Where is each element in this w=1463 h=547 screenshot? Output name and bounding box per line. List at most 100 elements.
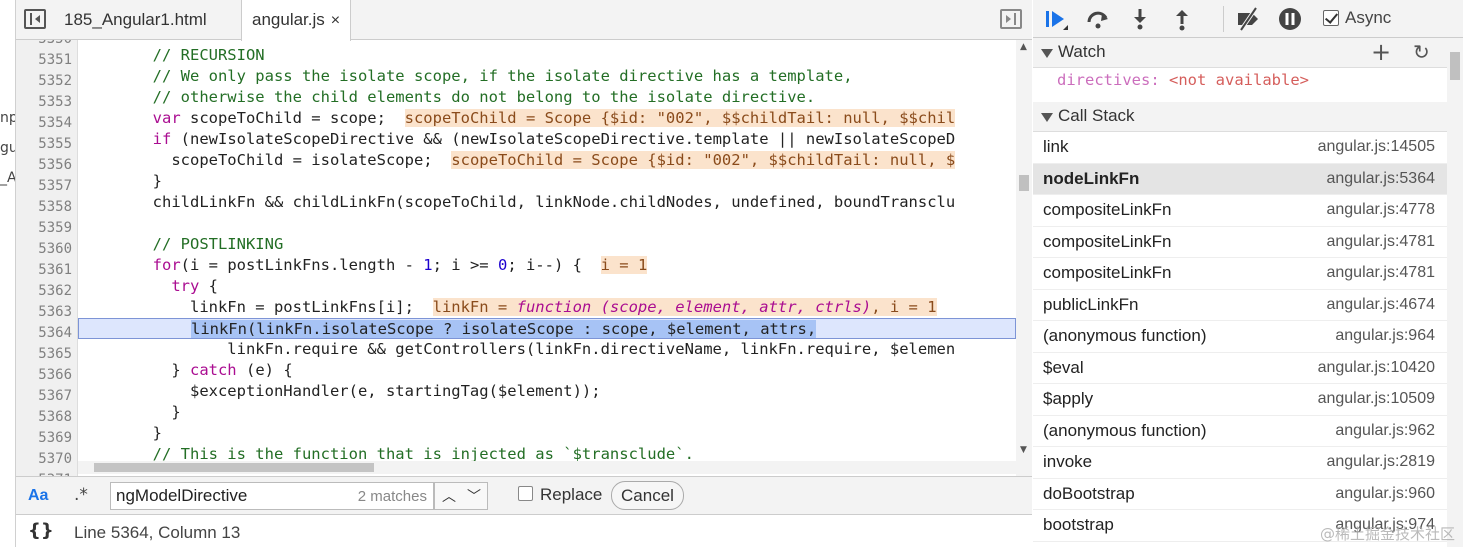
line-number[interactable]: 5369 — [16, 428, 72, 449]
code-line: } — [78, 172, 162, 190]
line-number[interactable]: 5355 — [16, 134, 72, 155]
frame-location[interactable]: angular.js:960 — [1335, 485, 1435, 503]
cancel-button[interactable]: Cancel — [611, 481, 684, 510]
inline-value-part: linkFn = — [432, 298, 517, 316]
watch-title: Watch — [1058, 42, 1106, 61]
frame-location[interactable]: angular.js:5364 — [1326, 170, 1435, 188]
tab-185-angular1-html[interactable]: 185_Angular1.html — [54, 0, 217, 40]
line-number[interactable]: 5353 — [16, 92, 72, 113]
keyword: var — [78, 109, 181, 127]
close-icon[interactable]: × — [331, 12, 340, 29]
call-frame[interactable]: compositeLinkFn angular.js:4778 — [1033, 195, 1447, 227]
step-over-icon[interactable] — [1085, 6, 1111, 32]
line-number[interactable]: 5359 — [16, 218, 72, 239]
async-checkbox[interactable] — [1323, 10, 1339, 26]
watch-key: directives: — [1057, 71, 1160, 89]
line-number[interactable]: 5370 — [16, 449, 72, 470]
line-number[interactable]: 5356 — [16, 155, 72, 176]
frame-location[interactable]: angular.js:4781 — [1326, 233, 1435, 251]
code-area[interactable]: 5350 5351 5352 5353 5354 5355 5356 5357 … — [16, 40, 1016, 476]
line-number[interactable]: 5367 — [16, 386, 72, 407]
resume-icon[interactable] — [1043, 6, 1069, 32]
callstack-section-header[interactable]: Call Stack — [1033, 102, 1447, 132]
line-gutter: 5350 5351 5352 5353 5354 5355 5356 5357 … — [16, 40, 78, 476]
refresh-icon[interactable]: ↻ — [1413, 40, 1430, 64]
call-frame-selected[interactable]: nodeLinkFn angular.js:5364 — [1033, 163, 1447, 195]
frame-location[interactable]: angular.js:962 — [1335, 422, 1435, 440]
pause-exceptions-icon[interactable] — [1277, 6, 1303, 32]
watch-expression[interactable]: directives: <not available> — [1057, 71, 1309, 89]
code-line: linkFn.require && getControllers(linkFn.… — [78, 340, 956, 358]
code-line: scopeToChild = isolateScope; scopeToChil… — [78, 150, 1016, 171]
frame-location[interactable]: angular.js:10509 — [1318, 390, 1435, 408]
chevron-down-icon[interactable]: ﹀ — [462, 486, 486, 506]
line-number[interactable]: 5364 — [16, 323, 72, 344]
step-out-icon[interactable] — [1169, 6, 1195, 32]
line-number[interactable]: 5363 — [16, 302, 72, 323]
line-number[interactable]: 5352 — [16, 71, 72, 92]
deactivate-breakpoints-icon[interactable] — [1235, 6, 1261, 32]
toolbar-divider — [1223, 6, 1224, 32]
frame-location[interactable]: angular.js:4778 — [1326, 201, 1435, 219]
scrollbar-thumb[interactable] — [1019, 175, 1029, 191]
call-frame[interactable]: compositeLinkFn angular.js:4781 — [1033, 258, 1447, 290]
code-text: (i = postLinkFns.length - — [180, 256, 424, 274]
call-frame[interactable]: invoke angular.js:2819 — [1033, 447, 1447, 479]
line-number[interactable]: 5354 — [16, 113, 72, 134]
paused-execution-line: linkFn(linkFn.isolateScope ? isolateScop… — [78, 318, 1016, 339]
frame-location[interactable]: angular.js:4781 — [1326, 264, 1435, 282]
selected-code[interactable]: linkFn(linkFn.isolateScope ? isolateScop… — [190, 320, 817, 338]
match-case-toggle[interactable]: Aa — [28, 487, 48, 505]
line-number[interactable]: 5366 — [16, 365, 72, 386]
line-number[interactable]: 5357 — [16, 176, 72, 197]
call-frame[interactable]: $apply angular.js:10509 — [1033, 384, 1447, 416]
replace-checkbox[interactable] — [518, 486, 533, 501]
frame-location[interactable]: angular.js:2819 — [1326, 453, 1435, 471]
line-number[interactable]: 5360 — [16, 239, 72, 260]
line-number[interactable]: 5350 — [16, 40, 72, 50]
left-fragment: gul — [0, 140, 15, 156]
editor-tabbar: 185_Angular1.html angular.js × — [16, 0, 1032, 41]
watch-section-header[interactable]: Watch + ↻ — [1033, 38, 1447, 68]
code-line: // We only pass the isolate scope, if th… — [78, 67, 853, 85]
call-frame[interactable]: (anonymous function) angular.js:962 — [1033, 416, 1447, 447]
scroll-up-icon[interactable]: ▲ — [1020, 42, 1027, 52]
vertical-scrollbar[interactable]: ▲ ▼ — [1016, 40, 1032, 476]
scrollbar-thumb[interactable] — [94, 463, 374, 472]
frame-location[interactable]: angular.js:4674 — [1326, 296, 1435, 314]
call-frame[interactable]: publicLinkFn angular.js:4674 — [1033, 290, 1447, 321]
left-fragment: np — [0, 110, 16, 126]
horizontal-scrollbar[interactable] — [78, 461, 1016, 474]
sidebar-toggle-icon[interactable] — [24, 9, 46, 29]
debugger-toggle-icon[interactable] — [1000, 9, 1022, 29]
call-frame[interactable]: (anonymous function) angular.js:964 — [1033, 321, 1447, 353]
step-into-icon[interactable] — [1127, 6, 1153, 32]
line-number[interactable]: 5358 — [16, 197, 72, 218]
code-line: $exceptionHandler(e, startingTag($elemen… — [78, 382, 601, 400]
add-icon[interactable]: + — [1371, 38, 1391, 66]
call-frame[interactable]: link angular.js:14505 — [1033, 132, 1447, 164]
keyword: for — [78, 256, 181, 274]
call-frame[interactable]: $eval angular.js:10420 — [1033, 353, 1447, 384]
chevron-up-icon[interactable]: ︿ — [437, 486, 461, 506]
code-text: scopeToChild = isolateScope; — [78, 151, 452, 169]
line-number[interactable]: 5351 — [16, 50, 72, 71]
scrollbar-thumb[interactable] — [1450, 52, 1460, 80]
line-number[interactable]: 5365 — [16, 344, 72, 365]
pretty-print-button[interactable]: {} — [28, 520, 54, 541]
tab-angular-js[interactable]: angular.js × — [241, 0, 352, 41]
frame-location[interactable]: angular.js:14505 — [1318, 138, 1435, 156]
frame-location[interactable]: angular.js:964 — [1335, 327, 1435, 345]
code-line: // otherwise the child elements do not b… — [78, 88, 816, 106]
sidebar-scrollbar[interactable] — [1447, 38, 1463, 547]
call-frame[interactable]: compositeLinkFn angular.js:4781 — [1033, 227, 1447, 258]
call-frame[interactable]: doBootstrap angular.js:960 — [1033, 479, 1447, 510]
search-input[interactable]: ngModelDirective 2 matches — [110, 482, 434, 510]
regex-toggle[interactable]: .* — [74, 485, 88, 505]
scroll-down-icon[interactable]: ▼ — [1020, 445, 1027, 455]
line-number[interactable]: 5361 — [16, 260, 72, 281]
frame-location[interactable]: angular.js:10420 — [1318, 359, 1435, 377]
line-number[interactable]: 5362 — [16, 281, 72, 302]
line-number[interactable]: 5368 — [16, 407, 72, 428]
